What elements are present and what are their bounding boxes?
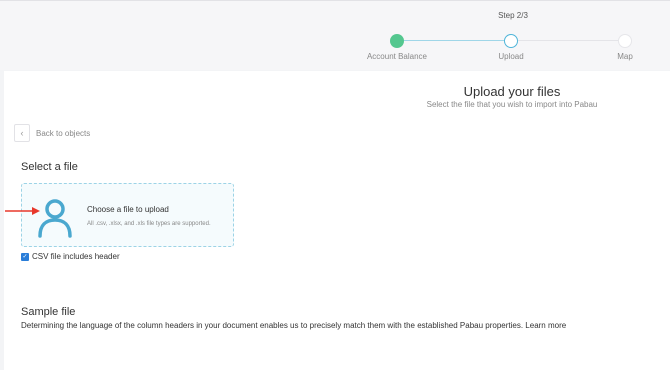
step-account-balance-label: Account Balance — [366, 52, 428, 61]
sample-file-heading: Sample file — [21, 306, 76, 318]
step-upload-dot — [504, 34, 518, 48]
step-account-balance-dot — [390, 34, 404, 48]
dropzone-title: Choose a file to upload — [87, 205, 169, 214]
step-counter: Step 2/3 — [498, 11, 528, 20]
csv-header-checkbox-row[interactable]: ✓ CSV file includes header — [21, 252, 120, 261]
page-title: Upload your files — [463, 84, 561, 99]
step-map-label: Map — [617, 52, 633, 61]
back-to-objects-link[interactable]: ‹ Back to objects — [14, 124, 90, 142]
dropzone-subtitle: All .csv, .xlsx, and .xls file types are… — [87, 221, 211, 227]
page-subtitle: Select the file that you wish to import … — [426, 100, 598, 109]
csv-header-label: CSV file includes header — [32, 252, 120, 261]
sample-file-description: Determining the language of the column h… — [21, 321, 567, 330]
step-upload-label: Upload — [498, 52, 524, 61]
annotation-arrow-icon — [5, 207, 40, 215]
csv-header-checkbox[interactable]: ✓ — [21, 252, 29, 261]
stepper-bar: Step 2/3 Account Balance Upload Map — [0, 0, 670, 70]
step-map-dot — [618, 34, 632, 48]
select-file-heading: Select a file — [21, 161, 78, 173]
back-label: Back to objects — [36, 128, 91, 138]
user-icon — [38, 199, 72, 238]
chevron-left-icon[interactable]: ‹ — [14, 124, 30, 142]
file-dropzone[interactable]: Choose a file to upload All .csv, .xlsx,… — [21, 183, 234, 247]
stepper-progress — [397, 40, 511, 41]
